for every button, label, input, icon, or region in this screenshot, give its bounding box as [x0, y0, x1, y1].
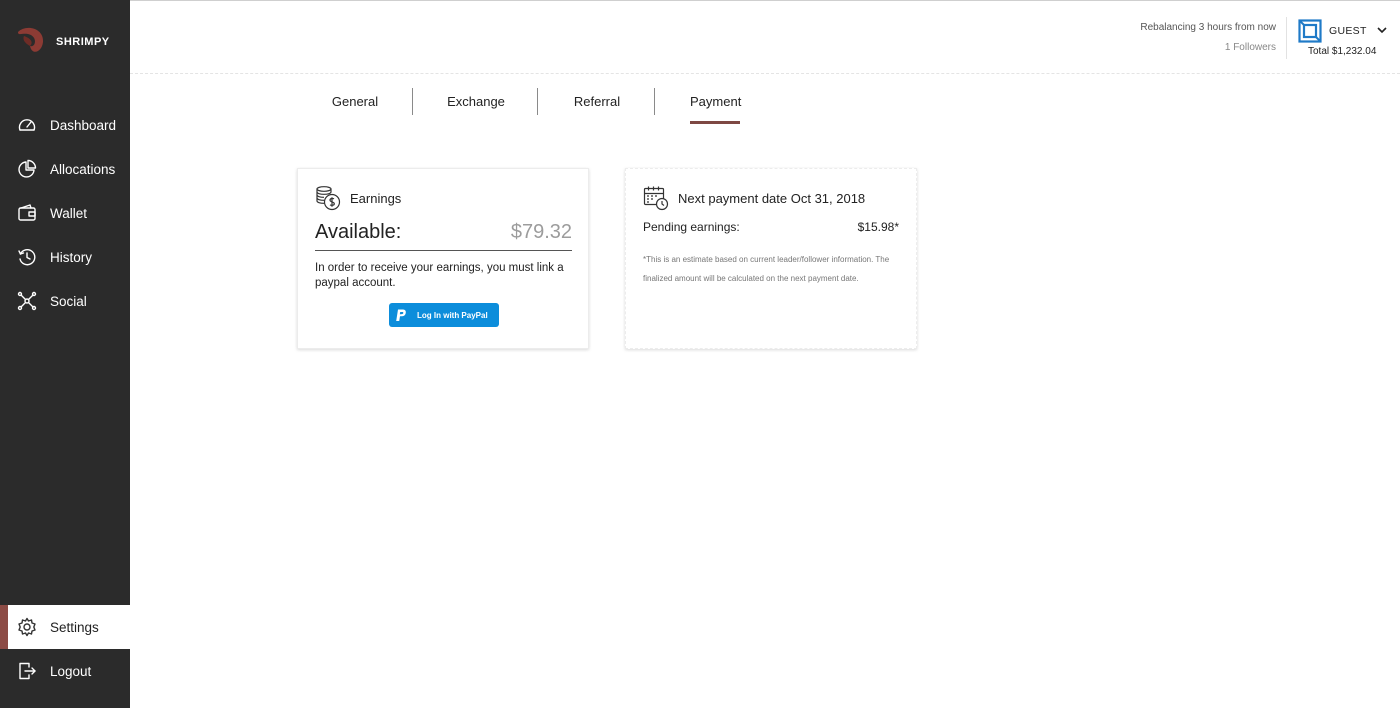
- account-box-icon: [1298, 19, 1322, 43]
- tab-divider: [654, 88, 655, 115]
- tab-general[interactable]: General: [327, 94, 383, 124]
- next-payment-card: Next payment date Oct 31, 2018 Pending e…: [625, 168, 917, 349]
- sidebar-item-label: Wallet: [50, 205, 88, 221]
- network-icon: [16, 290, 38, 312]
- tab-payment[interactable]: Payment: [690, 94, 741, 124]
- account-label: GUEST: [1329, 25, 1367, 37]
- header-divider: [1286, 17, 1287, 59]
- sidebar-item-settings[interactable]: Settings: [0, 605, 130, 649]
- next-payment-header: Next payment date Oct 31, 2018: [643, 185, 865, 211]
- sidebar-item-allocations[interactable]: Allocations: [0, 147, 130, 191]
- paypal-logo-icon: [396, 309, 406, 321]
- available-label: Available:: [315, 221, 402, 243]
- sidebar-item-history[interactable]: History: [0, 235, 130, 279]
- top-header: Rebalancing 3 hours from now 1 Followers…: [130, 0, 1400, 74]
- shrimp-logo-icon: [18, 27, 44, 52]
- pending-earnings-label: Pending earnings:: [643, 220, 740, 234]
- tab-referral[interactable]: Referral: [568, 94, 626, 124]
- earnings-card-header: Earnings: [315, 185, 401, 211]
- sidebar-item-label: Allocations: [50, 161, 116, 177]
- sidebar: SHRIMPY Dashboard Allocations Wallet His…: [0, 0, 130, 708]
- logo[interactable]: SHRIMPY: [10, 22, 110, 62]
- sidebar-item-wallet[interactable]: Wallet: [0, 191, 130, 235]
- coins-icon: [316, 186, 341, 211]
- paypal-link-message: In order to receive your earnings, you m…: [315, 262, 564, 289]
- sidebar-item-label: History: [50, 249, 93, 265]
- sidebar-item-logout[interactable]: Logout: [0, 649, 130, 693]
- available-row: Available: $79.32: [315, 221, 572, 251]
- estimate-disclaimer: *This is an estimate based on current le…: [643, 255, 890, 283]
- sidebar-item-label: Social: [50, 293, 87, 309]
- chevron-down-icon[interactable]: [1377, 26, 1387, 34]
- available-amount: $79.32: [510, 221, 572, 243]
- calendar-clock-icon: [643, 186, 669, 211]
- rebalancing-status: Rebalancing 3 hours from now: [1140, 22, 1276, 33]
- sidebar-item-label: Dashboard: [50, 117, 117, 133]
- wallet-icon: [16, 202, 38, 224]
- pending-earnings-amount: $15.98*: [857, 220, 899, 234]
- portfolio-total: Total $1,232.04: [1308, 46, 1377, 57]
- app-name: SHRIMPY: [56, 36, 110, 48]
- dashboard-gauge-icon: [16, 114, 38, 136]
- gear-icon: [16, 616, 38, 638]
- followers-count: 1 Followers: [1224, 42, 1276, 53]
- paypal-login-button[interactable]: Log In with PayPal: [389, 303, 499, 327]
- pie-chart-icon: [16, 158, 38, 180]
- sidebar-item-label: Logout: [50, 663, 92, 679]
- sidebar-item-social[interactable]: Social: [0, 279, 130, 323]
- tab-divider: [537, 88, 538, 115]
- next-payment-date: Next payment date Oct 31, 2018: [678, 190, 866, 206]
- tab-exchange[interactable]: Exchange: [444, 94, 508, 124]
- history-clock-icon: [16, 246, 38, 268]
- earnings-title: Earnings: [350, 190, 402, 206]
- sidebar-item-label: Settings: [50, 619, 99, 635]
- earnings-card: Earnings Available: $79.32 In order to r…: [297, 168, 589, 349]
- logout-icon: [16, 660, 38, 682]
- paypal-button-label: Log In with PayPal: [417, 310, 488, 320]
- account-menu[interactable]: GUEST Total $1,232.04: [1298, 18, 1388, 68]
- sidebar-item-dashboard[interactable]: Dashboard: [0, 103, 130, 147]
- tab-divider: [412, 88, 413, 115]
